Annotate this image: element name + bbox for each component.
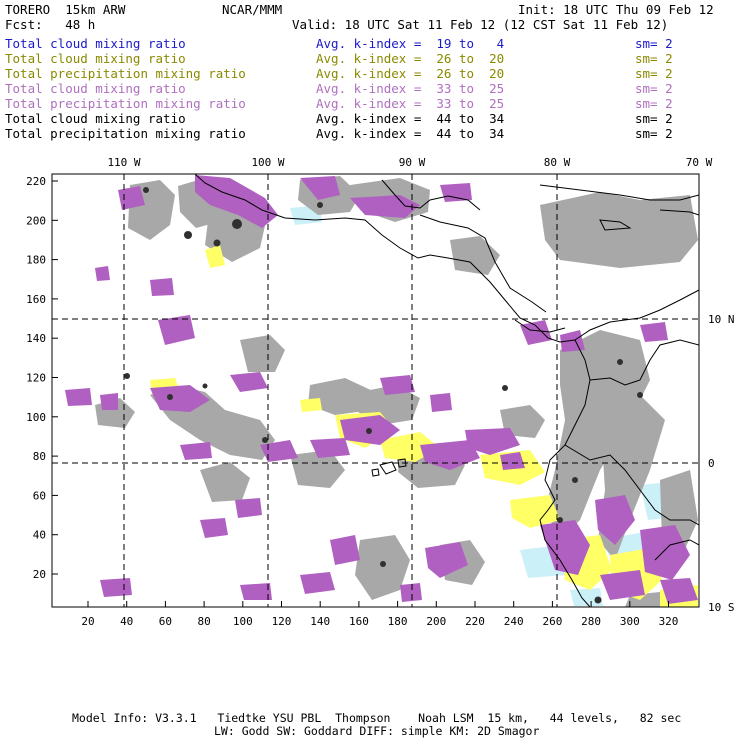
grid-index-label: 140 — [310, 615, 330, 628]
grid-index-label: 20 — [81, 615, 94, 628]
grid-index-label: 60 — [33, 489, 46, 502]
grid-index-label: 60 — [159, 615, 172, 628]
lat-label: 10 N — [708, 313, 735, 326]
physics-info: LW: Godd SW: Goddard DIFF: simple KM: 2D… — [214, 724, 540, 738]
lat-label: 0 — [708, 457, 715, 470]
lon-label: 90 W — [399, 156, 426, 169]
grid-index-label: 180 — [26, 254, 46, 267]
forecast-map: 110 W 100 W 90 W 80 W 70 W 10 N 0 10 S 2… — [26, 156, 735, 628]
grid-index-label: 220 — [465, 615, 485, 628]
grid-index-label: 160 — [26, 293, 46, 306]
right-axis: 10 N 0 10 S — [708, 313, 735, 614]
grid-index-label: 240 — [504, 615, 524, 628]
grid-index-label: 80 — [33, 450, 46, 463]
grid-index-label: 320 — [659, 615, 679, 628]
grid-index-label: 40 — [33, 529, 46, 542]
grid-index-label: 260 — [542, 615, 562, 628]
grid-index-label: 120 — [26, 372, 46, 385]
grid-index-label: 220 — [26, 175, 46, 188]
grid-index-label: 100 — [233, 615, 253, 628]
grid-index-label: 180 — [388, 615, 408, 628]
grid-index-label: 200 — [426, 615, 446, 628]
map-fields — [65, 175, 698, 607]
lon-label: 110 W — [107, 156, 140, 169]
grid-index-label: 40 — [120, 615, 133, 628]
grid-index-label: 140 — [26, 332, 46, 345]
lat-label: 10 S — [708, 601, 735, 614]
grid-index-label: 120 — [272, 615, 292, 628]
lon-label: 70 W — [686, 156, 713, 169]
lon-label: 100 W — [251, 156, 284, 169]
grid-index-label: 160 — [349, 615, 369, 628]
grid-index-label: 20 — [33, 568, 46, 581]
grid-index-label: 100 — [26, 411, 46, 424]
grid-index-label: 300 — [620, 615, 640, 628]
left-axis: 220 200 180 160 140 120 100 80 60 40 20 — [26, 175, 58, 581]
top-axis: 110 W 100 W 90 W 80 W 70 W — [107, 156, 712, 169]
grid-index-label: 200 — [26, 214, 46, 227]
grid-index-label: 80 — [197, 615, 210, 628]
grid-index-label: 280 — [581, 615, 601, 628]
lon-label: 80 W — [544, 156, 571, 169]
south-america-north-coast — [574, 289, 699, 341]
